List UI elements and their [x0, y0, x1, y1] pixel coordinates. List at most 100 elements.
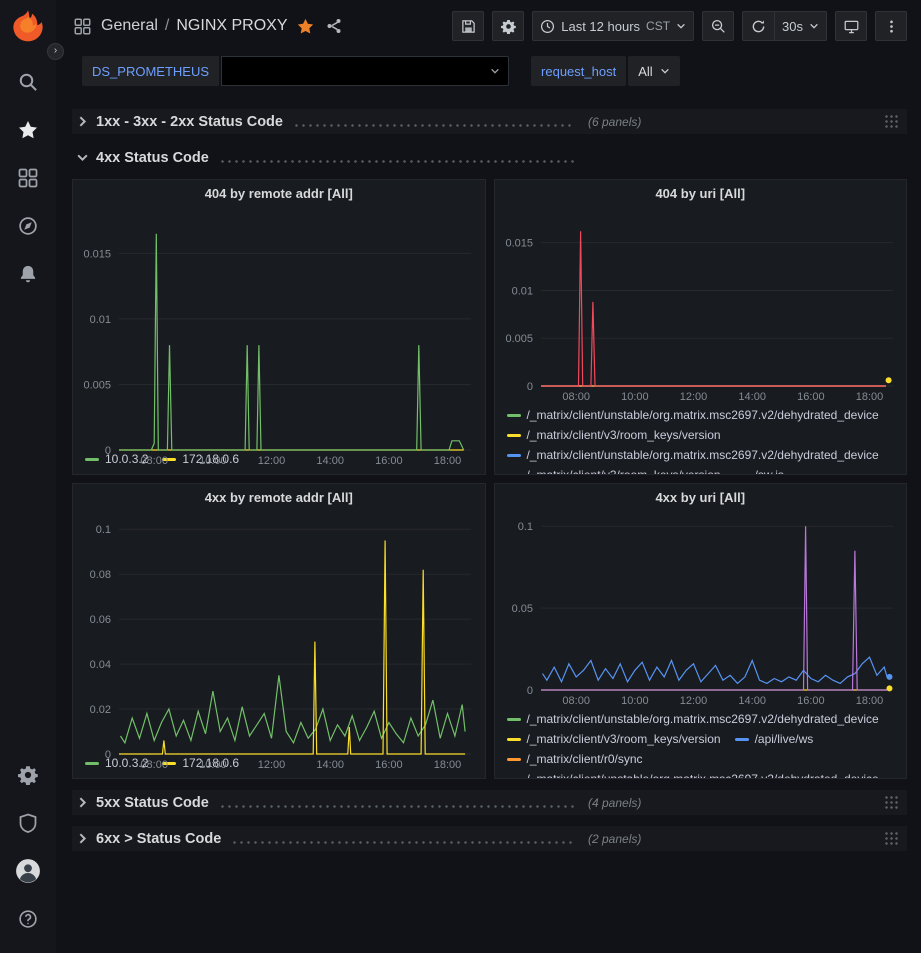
- series-color-swatch: [735, 474, 749, 476]
- time-series-chart[interactable]: 00.0050.010.01508:0010:0012:0014:0016:00…: [73, 206, 485, 446]
- variable-request-host-value[interactable]: All: [628, 56, 679, 86]
- panel-legend: /_matrix/client/unstable/org.matrix.msc2…: [495, 402, 907, 475]
- row-drag-handle-icon[interactable]: [884, 795, 899, 810]
- more-options-button[interactable]: [875, 11, 907, 41]
- chevron-right-icon: [76, 832, 89, 845]
- sidebar-item-server-admin[interactable]: [0, 799, 56, 847]
- legend-item[interactable]: /api/live/ws: [735, 729, 814, 749]
- apps-grid-icon[interactable]: [74, 18, 91, 35]
- row-header-4xx[interactable]: 4xx Status Code: [72, 145, 907, 170]
- svg-text:08:00: 08:00: [562, 695, 590, 706]
- series-color-swatch: [507, 718, 521, 721]
- kiosk-mode-button[interactable]: [835, 11, 867, 41]
- series-label: /api/live/ws: [755, 732, 814, 746]
- series-label: /_matrix/client/r0/sync: [527, 752, 643, 766]
- share-icon[interactable]: [326, 18, 342, 34]
- variable-ds-prometheus-value[interactable]: [221, 56, 509, 86]
- row-header-6xx[interactable]: 6xx > Status Code (2 panels): [72, 826, 907, 851]
- row-dots-filler: [219, 159, 574, 164]
- svg-text:0.015: 0.015: [83, 248, 111, 260]
- star-icon: [18, 120, 38, 140]
- series-color-swatch: [507, 738, 521, 741]
- series-label: /_matrix/client/v3/room_keys/version: [527, 428, 721, 442]
- legend-item[interactable]: /_matrix/client/v3/room_keys/version: [507, 425, 721, 445]
- legend-item[interactable]: /_matrix/client/unstable/org.matrix.msc2…: [507, 445, 879, 465]
- sidebar-item-search[interactable]: [0, 58, 56, 106]
- sidebar-item-help[interactable]: [0, 895, 56, 943]
- kebab-menu-icon: [884, 19, 899, 34]
- series-color-swatch: [507, 474, 521, 476]
- row-drag-handle-icon[interactable]: [884, 114, 899, 129]
- legend-item[interactable]: /sw.js: [735, 465, 784, 475]
- panel-4xx-by-uri: 4xx by uri [All] 00.050.108:0010:0012:00…: [494, 483, 908, 779]
- svg-text:16:00: 16:00: [375, 759, 403, 770]
- svg-text:0: 0: [105, 445, 111, 457]
- svg-text:16:00: 16:00: [797, 695, 825, 706]
- sidebar-item-alerting[interactable]: [0, 250, 56, 298]
- panel-404-by-uri: 404 by uri [All] 00.0050.010.01508:0010:…: [494, 179, 908, 475]
- series-label: /_matrix/client/unstable/org.matrix.msc2…: [527, 408, 879, 422]
- time-series-chart[interactable]: 00.020.040.060.080.108:0010:0012:0014:00…: [73, 510, 485, 750]
- svg-text:0.1: 0.1: [517, 521, 532, 533]
- legend-item[interactable]: /_matrix/client/r0/sync: [507, 749, 643, 769]
- refresh-interval-select[interactable]: 30s: [774, 11, 827, 41]
- svg-text:16:00: 16:00: [375, 455, 403, 466]
- favorite-star-icon[interactable]: [297, 18, 314, 35]
- row-header-1xx-3xx-2xx[interactable]: 1xx - 3xx - 2xx Status Code (6 panels): [72, 109, 907, 134]
- row-panel-count: (6 panels): [588, 115, 641, 129]
- legend-item[interactable]: /_matrix/client/v3/room_keys/version: [507, 465, 721, 475]
- dashboard-settings-button[interactable]: [492, 11, 524, 41]
- row-dots-filler: [219, 804, 574, 809]
- row-dots-filler: [231, 840, 574, 845]
- chevron-down-icon: [676, 21, 686, 31]
- row-dots-filler: [293, 123, 574, 128]
- save-dashboard-button[interactable]: [452, 11, 484, 41]
- sidebar-item-starred[interactable]: [0, 106, 56, 154]
- svg-text:08:00: 08:00: [140, 455, 168, 466]
- bell-icon: [18, 264, 38, 284]
- svg-text:0.01: 0.01: [511, 285, 532, 297]
- series-color-swatch: [735, 738, 749, 741]
- row-header-5xx[interactable]: 5xx Status Code (4 panels): [72, 790, 907, 815]
- svg-text:12:00: 12:00: [258, 759, 286, 770]
- time-series-chart[interactable]: 00.0050.010.01508:0010:0012:0014:0016:00…: [495, 206, 907, 402]
- row-drag-handle-icon[interactable]: [884, 831, 899, 846]
- legend-item[interactable]: /_matrix/client/unstable/org.matrix.msc2…: [507, 709, 879, 729]
- request-host-current: All: [638, 64, 652, 79]
- series-label: /_matrix/client/unstable/org.matrix.msc2…: [527, 712, 879, 726]
- sidebar-item-dashboards[interactable]: [0, 154, 56, 202]
- sidebar-expand-button[interactable]: ›: [47, 43, 64, 60]
- panel-title[interactable]: 404 by uri [All]: [495, 180, 907, 206]
- svg-text:0.08: 0.08: [90, 569, 111, 581]
- zoom-out-button[interactable]: [702, 11, 734, 41]
- grafana-logo-icon[interactable]: [10, 8, 46, 44]
- refresh-icon: [751, 19, 766, 34]
- dashboard-canvas: 1xx - 3xx - 2xx Status Code (6 panels) 4…: [56, 90, 921, 953]
- time-series-chart[interactable]: 00.050.108:0010:0012:0014:0016:0018:00: [495, 510, 907, 706]
- legend-item[interactable]: /_matrix/client/v3/room_keys/version: [507, 729, 721, 749]
- variable-request-host-label[interactable]: request_host: [531, 56, 626, 86]
- row-title: 4xx Status Code: [96, 150, 209, 166]
- series-color-swatch: [507, 454, 521, 457]
- svg-text:10:00: 10:00: [199, 455, 227, 466]
- panel-title[interactable]: 4xx by uri [All]: [495, 484, 907, 510]
- legend-item[interactable]: /_matrix/client/unstable/org.matrix.msc2…: [507, 405, 879, 425]
- panel-title[interactable]: 404 by remote addr [All]: [73, 180, 485, 206]
- row-title-wrap: 1xx - 3xx - 2xx Status Code: [96, 114, 574, 130]
- svg-text:0.005: 0.005: [83, 379, 111, 391]
- sidebar-item-explore[interactable]: [0, 202, 56, 250]
- refresh-button[interactable]: [742, 11, 774, 41]
- sidebar-item-configuration[interactable]: [0, 751, 56, 799]
- legend-item[interactable]: /_matrix/client/unstable/org.matrix.msc2…: [507, 769, 879, 779]
- series-color-swatch: [507, 758, 521, 761]
- breadcrumb-folder[interactable]: General: [101, 17, 158, 35]
- time-range-picker[interactable]: Last 12 hours CST: [532, 11, 694, 41]
- variable-ds-prometheus-label[interactable]: DS_PROMETHEUS: [82, 56, 219, 86]
- svg-text:14:00: 14:00: [738, 695, 766, 706]
- dashboard-title[interactable]: NGINX PROXY: [176, 17, 287, 35]
- chevron-down-icon: [809, 21, 819, 31]
- panel-title[interactable]: 4xx by remote addr [All]: [73, 484, 485, 510]
- svg-text:0.02: 0.02: [90, 704, 111, 716]
- sidebar-item-profile[interactable]: [0, 847, 56, 895]
- svg-text:0.05: 0.05: [511, 603, 532, 615]
